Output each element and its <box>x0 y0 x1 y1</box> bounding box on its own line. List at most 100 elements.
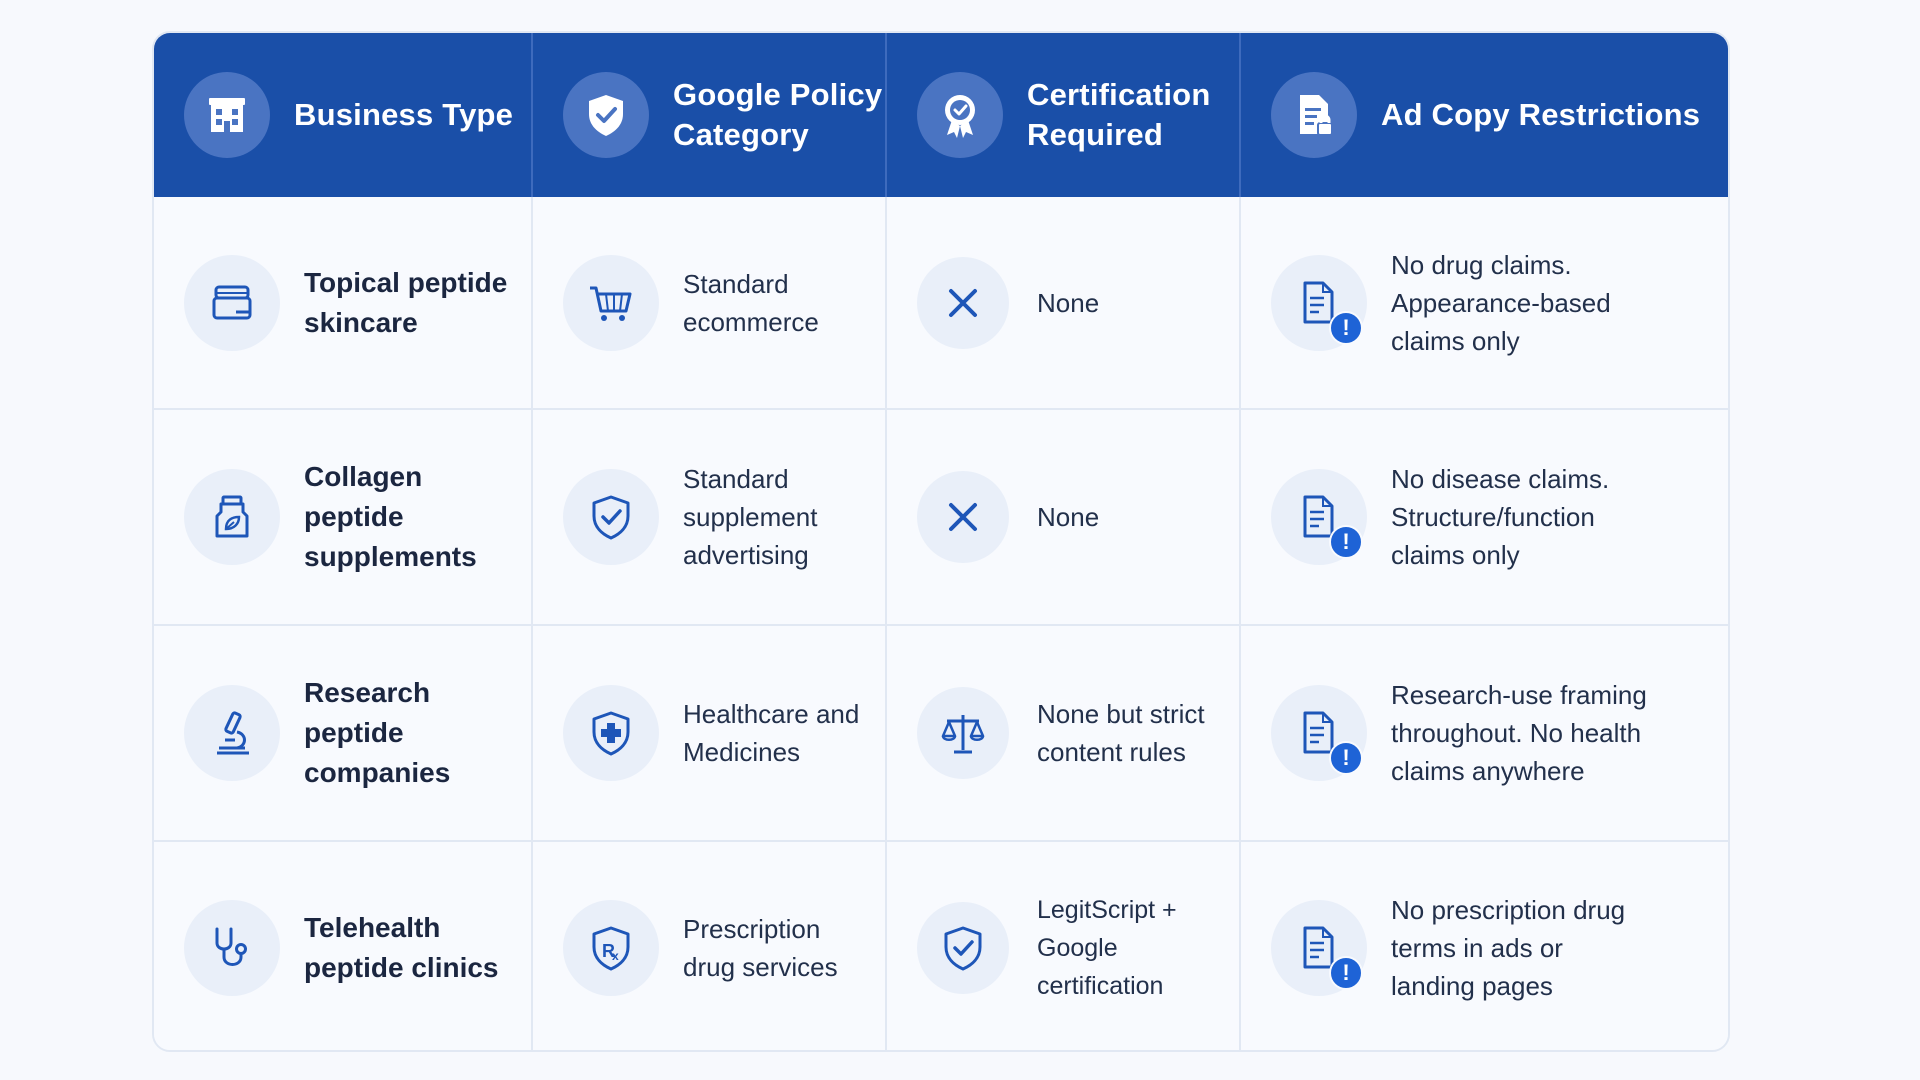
text-line: No drug claims. <box>1391 249 1572 280</box>
microscope-icon <box>184 685 280 781</box>
text-line: Healthcare and <box>683 699 860 729</box>
header-line: Category <box>673 117 809 152</box>
header-ad-copy: Ad Copy Restrictions <box>1241 33 1728 197</box>
header-policy-category: Google Policy Category <box>533 33 887 197</box>
shopping-cart-icon <box>563 254 659 351</box>
policy-category-text: Prescription drug services <box>683 910 838 986</box>
certification-text: None <box>1037 287 1100 318</box>
text-line: Collagen <box>304 461 423 492</box>
table-row-3-ad-copy: ! Research-use framing throughout. No he… <box>1241 626 1728 842</box>
header-label: Business Type <box>294 97 514 132</box>
text-line: No disease claims. <box>1391 464 1610 494</box>
ad-copy-text: No disease claims. Structure/function cl… <box>1391 460 1609 574</box>
building-icon <box>184 72 270 158</box>
table-row-2-ad-copy: ! No disease claims. Structure/function … <box>1241 410 1728 626</box>
text-line: supplements <box>304 541 477 572</box>
business-type-text: Collagen peptide supplements <box>304 457 477 577</box>
ad-copy-text: No prescription drug terms in ads or lan… <box>1391 891 1625 1005</box>
alert-badge-icon: ! <box>1329 525 1363 559</box>
table-row-4-ad-copy: ! No prescription drug terms in ads or l… <box>1241 842 1728 1050</box>
header-line: Certification <box>1027 77 1211 112</box>
table-row-4-policy: R x Prescription drug services <box>533 842 887 1050</box>
text-line: Structure/function <box>1391 502 1595 532</box>
text-line: terms in ads or <box>1391 933 1563 963</box>
business-type-text: Topical peptide skincare <box>304 263 507 343</box>
text-line: advertising <box>683 540 809 570</box>
policy-category-text: Healthcare and Medicines <box>683 695 859 771</box>
x-icon <box>917 256 1009 349</box>
header-label: Google Policy Category <box>673 75 882 155</box>
header-line: Required <box>1027 117 1163 152</box>
text-line: skincare <box>304 306 418 338</box>
text-line: claims only <box>1391 325 1520 356</box>
certification-text: None but strict content rules <box>1037 695 1205 771</box>
table-row-1-business: Topical peptide skincare <box>154 197 533 410</box>
text-line: peptide <box>304 717 404 748</box>
text-line: Appearance-based <box>1391 287 1611 318</box>
text-line: claims only <box>1391 540 1520 570</box>
document-alert-icon: ! <box>1271 254 1367 351</box>
table-row-1-ad-copy: ! No drug claims. Appearance-based claim… <box>1241 197 1728 410</box>
shield-check-icon <box>917 902 1009 994</box>
business-type-text: Research peptide companies <box>304 673 450 793</box>
text-line: companies <box>304 757 451 788</box>
text-line: None but strict <box>1037 699 1205 729</box>
alert-badge-icon: ! <box>1329 310 1363 345</box>
business-type-text: Telehealth peptide clinics <box>304 908 499 988</box>
document-alert-icon: ! <box>1271 900 1367 996</box>
text-line: Prescription <box>683 914 821 944</box>
text-line: LegitScript + <box>1037 896 1177 924</box>
text-line: content rules <box>1037 737 1186 767</box>
header-label: Ad Copy Restrictions <box>1381 97 1701 132</box>
table-row-2-certification: None <box>887 410 1241 626</box>
cream-jar-icon <box>184 254 280 351</box>
text-line: Standard <box>683 464 789 494</box>
text-line: Google certification <box>1037 934 1164 1000</box>
table-row-4-business: Telehealth peptide clinics <box>154 842 533 1050</box>
ad-copy-text: Research-use framing throughout. No heal… <box>1391 676 1647 790</box>
text-line: Telehealth <box>304 912 441 943</box>
document-lock-icon <box>1271 72 1357 158</box>
text-line: landing pages <box>1391 971 1553 1001</box>
text-line: ecommerce <box>683 306 819 337</box>
table-row-3-policy: Healthcare and Medicines <box>533 626 887 842</box>
header-line: Google Policy <box>673 77 883 112</box>
shield-check-icon <box>563 469 659 565</box>
document-alert-icon: ! <box>1271 469 1367 565</box>
policy-table: Business Type Google Policy Category Cer… <box>152 31 1730 1052</box>
text-line: supplement <box>683 502 818 532</box>
header-business-type: Business Type <box>154 33 533 197</box>
supplement-bottle-icon <box>184 469 280 565</box>
shield-check-icon <box>563 72 649 158</box>
policy-category-text: Standard ecommerce <box>683 265 819 341</box>
text-line: No prescription drug <box>1391 895 1626 925</box>
text-line: Standard <box>683 268 789 299</box>
text-line: Research <box>304 677 431 708</box>
scales-icon <box>917 687 1009 779</box>
policy-category-text: Standard supplement advertising <box>683 460 817 574</box>
text-line: peptide clinics <box>304 952 499 983</box>
award-badge-icon <box>917 72 1003 158</box>
text-line: Medicines <box>683 737 801 767</box>
header-label: Certification Required <box>1027 75 1210 155</box>
shield-plus-icon <box>563 685 659 781</box>
table-row-2-business: Collagen peptide supplements <box>154 410 533 626</box>
table-row-1-policy: Standard ecommerce <box>533 197 887 410</box>
text-line: Research-use framing <box>1391 680 1647 710</box>
text-line: throughout. No health <box>1391 718 1642 748</box>
document-alert-icon: ! <box>1271 685 1367 781</box>
table-row-4-certification: LegitScript + Google certification <box>887 842 1241 1050</box>
stethoscope-icon <box>184 900 280 996</box>
text-line: peptide <box>304 501 404 532</box>
certification-text: None <box>1037 502 1100 532</box>
text-line: Topical peptide <box>304 266 508 298</box>
header-certification: Certification Required <box>887 33 1241 197</box>
alert-badge-icon: ! <box>1329 741 1363 775</box>
table-row-1-certification: None <box>887 197 1241 410</box>
text-line: claims anywhere <box>1391 756 1585 786</box>
table-row-3-certification: None but strict content rules <box>887 626 1241 842</box>
ad-copy-text: No drug claims. Appearance-based claims … <box>1391 246 1611 360</box>
table-row-2-policy: Standard supplement advertising <box>533 410 887 626</box>
svg-text:x: x <box>612 949 619 963</box>
x-icon <box>917 471 1009 563</box>
